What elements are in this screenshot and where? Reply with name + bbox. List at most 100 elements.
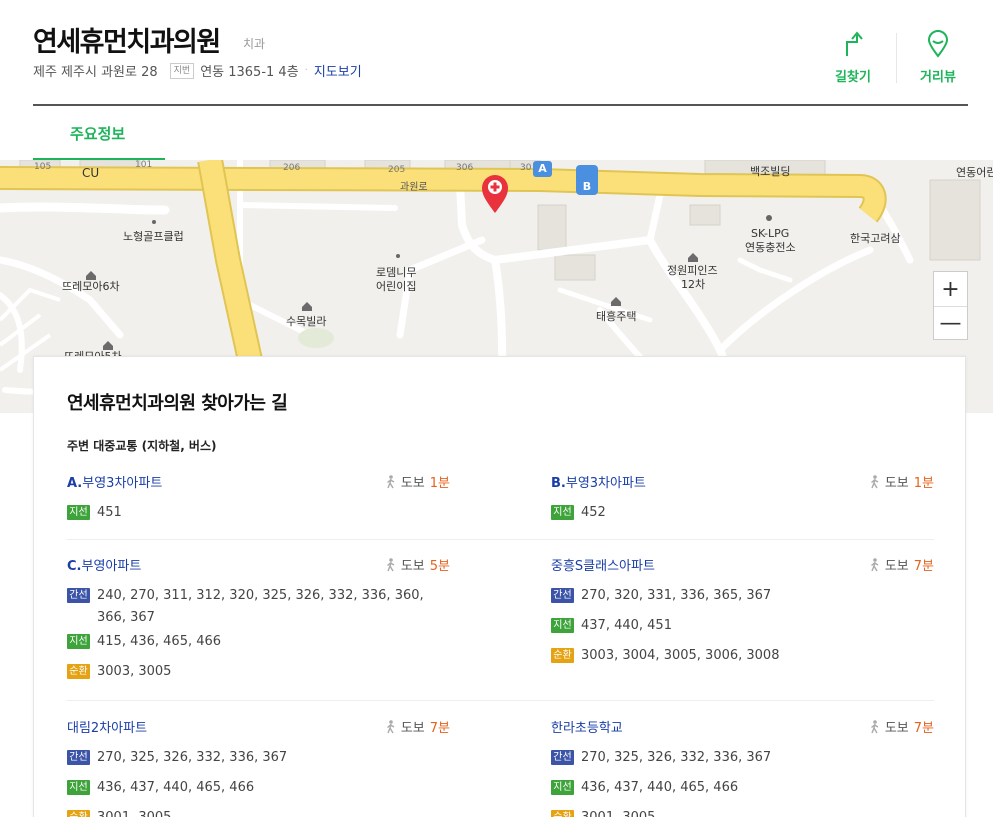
walking-icon (870, 557, 879, 571)
header-divider (33, 104, 968, 106)
poi-ttremoa-6[interactable]: 뜨레모아6차 (62, 280, 120, 294)
bus-type-badge: 간선 (67, 750, 90, 765)
bus-line-row: 지선 452 (551, 502, 934, 524)
poi-yeondong[interactable]: 연동어린 (956, 166, 993, 180)
poi-cu[interactable]: CU (82, 166, 99, 180)
transit-stop[interactable]: A.부영3차아파트 도보 1분 지선 451 (67, 472, 450, 524)
directions-label: 길찾기 (835, 70, 871, 85)
building-number: 306 (456, 163, 474, 173)
tab-main-info[interactable]: 주요정보 (70, 123, 125, 144)
walk-minutes: 1분 (913, 476, 934, 491)
walking-icon (870, 474, 879, 488)
poi-sk-lpg-1[interactable]: SK-LPG (751, 227, 789, 241)
bus-type-badge: 지선 (67, 780, 90, 795)
bus-line-row: 간선 270, 325, 326, 332, 336, 367 (67, 747, 450, 769)
bus-type-badge: 지선 (67, 505, 90, 520)
transit-stop[interactable]: 중흥S클래스아파트 도보 7분 간선 270, 320, 331, 336, 3… (551, 555, 934, 667)
poi-jeongwon-1[interactable]: 정원피인즈 (667, 264, 718, 278)
bus-type-badge: 지선 (551, 780, 574, 795)
poi-baekjo-building[interactable]: 백조빌딩 (750, 165, 790, 179)
bus-type-badge: 간선 (551, 588, 574, 603)
jibun-badge: 지번 (169, 62, 195, 79)
walk-minutes: 7분 (913, 559, 934, 574)
view-map-link[interactable]: 지도보기 (314, 61, 362, 80)
place-header: 연세휴먼치과의원 치과 제주 제주시 과원로 28 지번 연동 1365-1 4… (0, 0, 993, 160)
transit-subtitle: 주변 대중교통 (지하철, 버스) (67, 439, 217, 453)
transit-stop[interactable]: 한라초등학교 도보 7분 간선 270, 325, 326, 332, 336,… (551, 717, 934, 817)
transit-stop[interactable]: 대림2차아파트 도보 7분 간선 270, 325, 326, 332, 336… (67, 717, 450, 817)
building-number: 105 (34, 162, 52, 172)
poi-golf-club[interactable]: 노형골프클럽 (123, 230, 184, 244)
transit-stop[interactable]: C.부영아파트 도보 5분 간선 240, 270, 311, 312, 320… (67, 555, 450, 683)
bus-routes: 3001, 3005 (581, 807, 921, 817)
bus-line-row: 순환 3003, 3004, 3005, 3006, 3008 (551, 645, 934, 667)
bus-type-badge: 순환 (551, 810, 574, 817)
walk-minutes: 7분 (913, 721, 934, 736)
place-category: 치과 (243, 37, 266, 51)
walk-minutes: 7분 (429, 721, 450, 736)
street-view-label: 거리뷰 (920, 70, 956, 85)
poi-rodem-2[interactable]: 어린이집 (376, 280, 416, 294)
bus-line-row: 지선 436, 437, 440, 465, 466 (551, 777, 934, 799)
bus-line-row: 간선 240, 270, 311, 312, 320, 325, 326, 33… (67, 585, 450, 629)
action-divider (896, 33, 897, 83)
bus-type-badge: 간선 (551, 750, 574, 765)
route-arrow-icon (846, 31, 863, 56)
poi-sk-lpg-2[interactable]: 연동충전소 (745, 241, 796, 255)
bus-stop-b-label: B (582, 180, 592, 193)
bus-type-badge: 간선 (67, 588, 90, 603)
directions-card: 연세휴먼치과의원 찾아가는 길 주변 대중교통 (지하철, 버스) A.부영3차… (33, 356, 966, 817)
bus-stop-b-marker[interactable]: B (576, 165, 598, 195)
walk-label: 도보 (884, 721, 909, 736)
walk-label: 도보 (400, 476, 425, 491)
bus-routes: 451 (97, 505, 122, 520)
transit-stop[interactable]: B.부영3차아파트 도보 1분 지선 452 (551, 472, 934, 524)
bus-routes: 3003, 3005 (97, 664, 172, 679)
stop-letter: B. (551, 476, 566, 491)
place-title: 연세휴먼치과의원 (33, 27, 221, 58)
bus-line-row: 순환 3003, 3005 (67, 661, 450, 683)
poi-taeheung[interactable]: 태흥주택 (596, 310, 636, 324)
street-view-button[interactable]: 거리뷰 (908, 30, 968, 85)
stop-name: 부영아파트 (81, 559, 142, 574)
bus-type-badge: 순환 (551, 648, 574, 663)
bus-routes: 3001, 3005 (97, 807, 437, 817)
bus-type-badge: 순환 (67, 664, 90, 679)
poi-korea-ginseng[interactable]: 한국고려삼 (850, 232, 901, 246)
building-number: 205 (388, 165, 406, 175)
walk-label: 도보 (884, 559, 909, 574)
bus-routes: 452 (581, 505, 606, 520)
walk-time: 도보 7분 (386, 717, 450, 736)
walking-icon (386, 719, 395, 733)
poi-jeongwon-2[interactable]: 12차 (681, 278, 705, 292)
bus-routes: 436, 437, 440, 465, 466 (581, 780, 739, 795)
bus-routes: 240, 270, 311, 312, 320, 325, 326, 332, … (97, 588, 424, 625)
bus-routes: 436, 437, 440, 465, 466 (97, 780, 255, 795)
zoom-out-button[interactable]: — (934, 306, 967, 340)
zoom-in-button[interactable]: + (934, 272, 967, 306)
hospital-pin-icon[interactable] (480, 174, 510, 214)
bus-line-row: 지선 437, 440, 451 (551, 615, 934, 637)
address-row: 제주 제주시 과원로 28 지번 연동 1365-1 4층 · 지도보기 (33, 61, 362, 80)
directions-button[interactable]: 길찾기 (823, 30, 883, 85)
bus-routes: 437, 440, 451 (581, 618, 672, 633)
stop-name: 대림2차아파트 (67, 721, 148, 736)
stop-letter: C. (67, 559, 82, 574)
bus-routes: 270, 320, 331, 336, 365, 367 (581, 588, 772, 603)
jibun-address: 연동 1365-1 4층 (200, 65, 299, 80)
walk-time: 도보 7분 (870, 717, 934, 736)
walk-label: 도보 (400, 559, 425, 574)
location-pin-icon (927, 30, 949, 58)
bus-routes: 270, 325, 326, 332, 336, 367 (581, 750, 772, 765)
walk-time: 도보 1분 (870, 472, 934, 491)
bus-routes: 3003, 3004, 3005, 3006, 3008 (581, 648, 780, 663)
walking-icon (870, 719, 879, 733)
bus-routes: 270, 325, 326, 332, 336, 367 (97, 750, 288, 765)
poi-rodem-1[interactable]: 로뎀니무 (376, 266, 416, 280)
walk-label: 도보 (884, 476, 909, 491)
road-address: 제주 제주시 과원로 28 (33, 65, 158, 80)
stop-divider (67, 700, 934, 701)
walking-icon (386, 474, 395, 488)
poi-sumok-villa[interactable]: 수목빌라 (286, 315, 326, 329)
bus-stop-a-marker[interactable]: A (533, 161, 552, 177)
